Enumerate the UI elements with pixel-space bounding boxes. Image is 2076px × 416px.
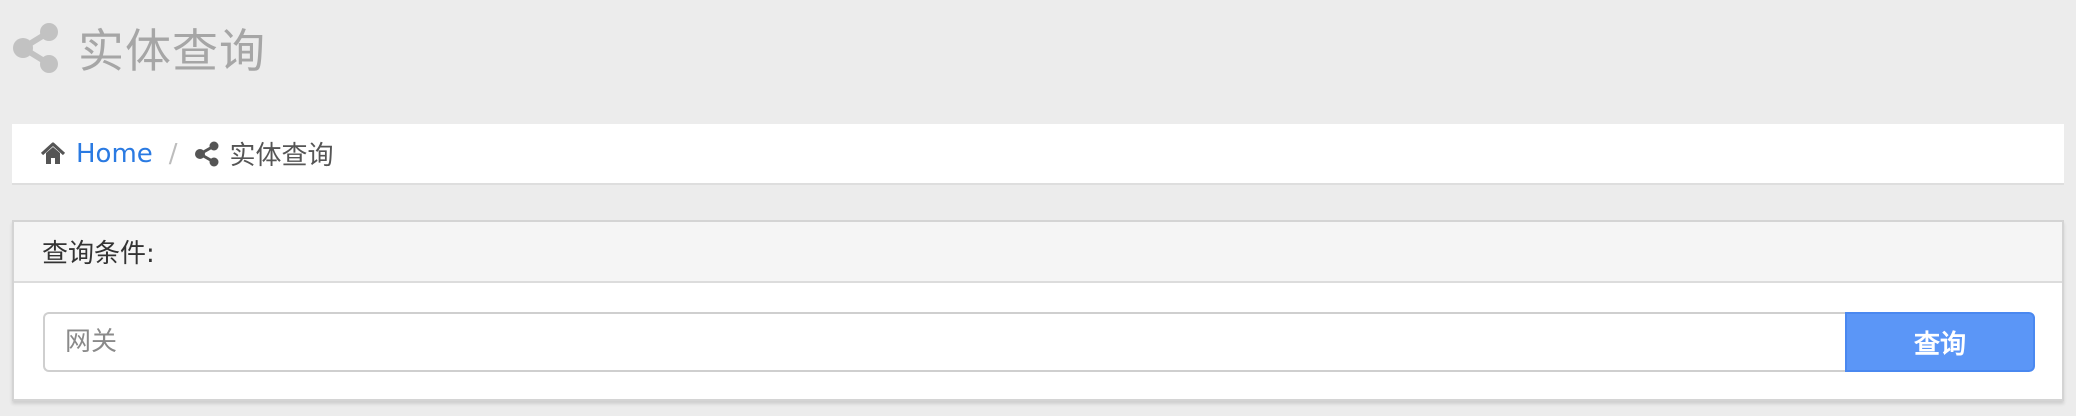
query-panel: 查询条件: 查询	[12, 220, 2064, 401]
breadcrumb-home[interactable]: Home	[40, 139, 153, 169]
panel-heading: 查询条件:	[14, 222, 2062, 283]
page-header: 实体查询	[12, 18, 266, 78]
query-button[interactable]: 查询	[1845, 312, 2035, 372]
breadcrumb-home-link[interactable]: Home	[76, 139, 153, 169]
breadcrumb-current-label: 实体查询	[229, 141, 334, 171]
search-input[interactable]	[43, 312, 1845, 372]
share-alt-icon	[12, 22, 60, 74]
breadcrumb-separator: /	[168, 138, 178, 169]
panel-body: 查询	[14, 283, 2062, 399]
breadcrumb: Home / 实体查询	[12, 124, 2064, 185]
breadcrumb-current: 实体查询	[194, 135, 334, 172]
page-title: 实体查询	[78, 24, 266, 78]
search-row: 查询	[43, 312, 2035, 372]
share-alt-icon	[194, 141, 220, 167]
home-icon	[40, 141, 66, 167]
